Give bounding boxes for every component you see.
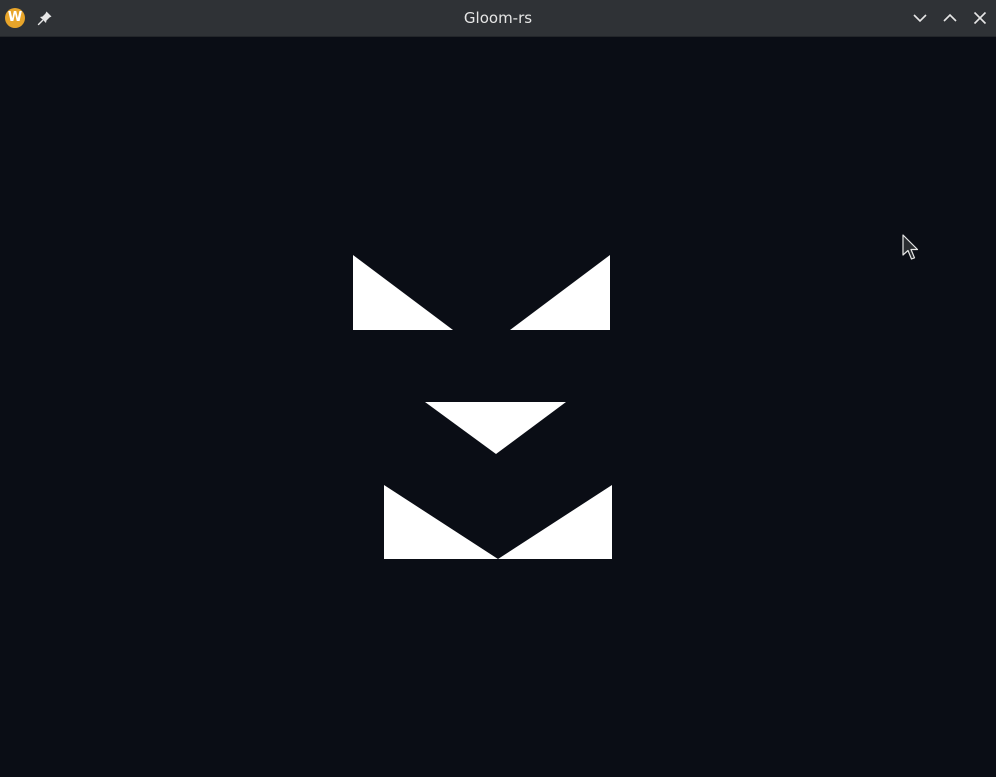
mouth-right-triangle [498,485,612,559]
app-window: W Gloom-rs [0,0,996,777]
scene [353,255,612,559]
mouth-left-triangle [384,485,498,559]
chevron-down-icon[interactable] [911,9,929,27]
close-icon[interactable] [971,9,989,27]
window-title: Gloom-rs [463,9,533,27]
render-canvas[interactable] [0,37,996,777]
app-icon[interactable]: W [5,8,25,28]
nose-triangle [425,402,566,454]
left-eye-triangle [353,255,453,330]
pin-icon[interactable] [36,9,54,27]
right-eye-triangle [510,255,610,330]
chevron-up-icon[interactable] [941,9,959,27]
title-bar[interactable]: W Gloom-rs [0,0,996,37]
cursor-icon [902,234,919,260]
